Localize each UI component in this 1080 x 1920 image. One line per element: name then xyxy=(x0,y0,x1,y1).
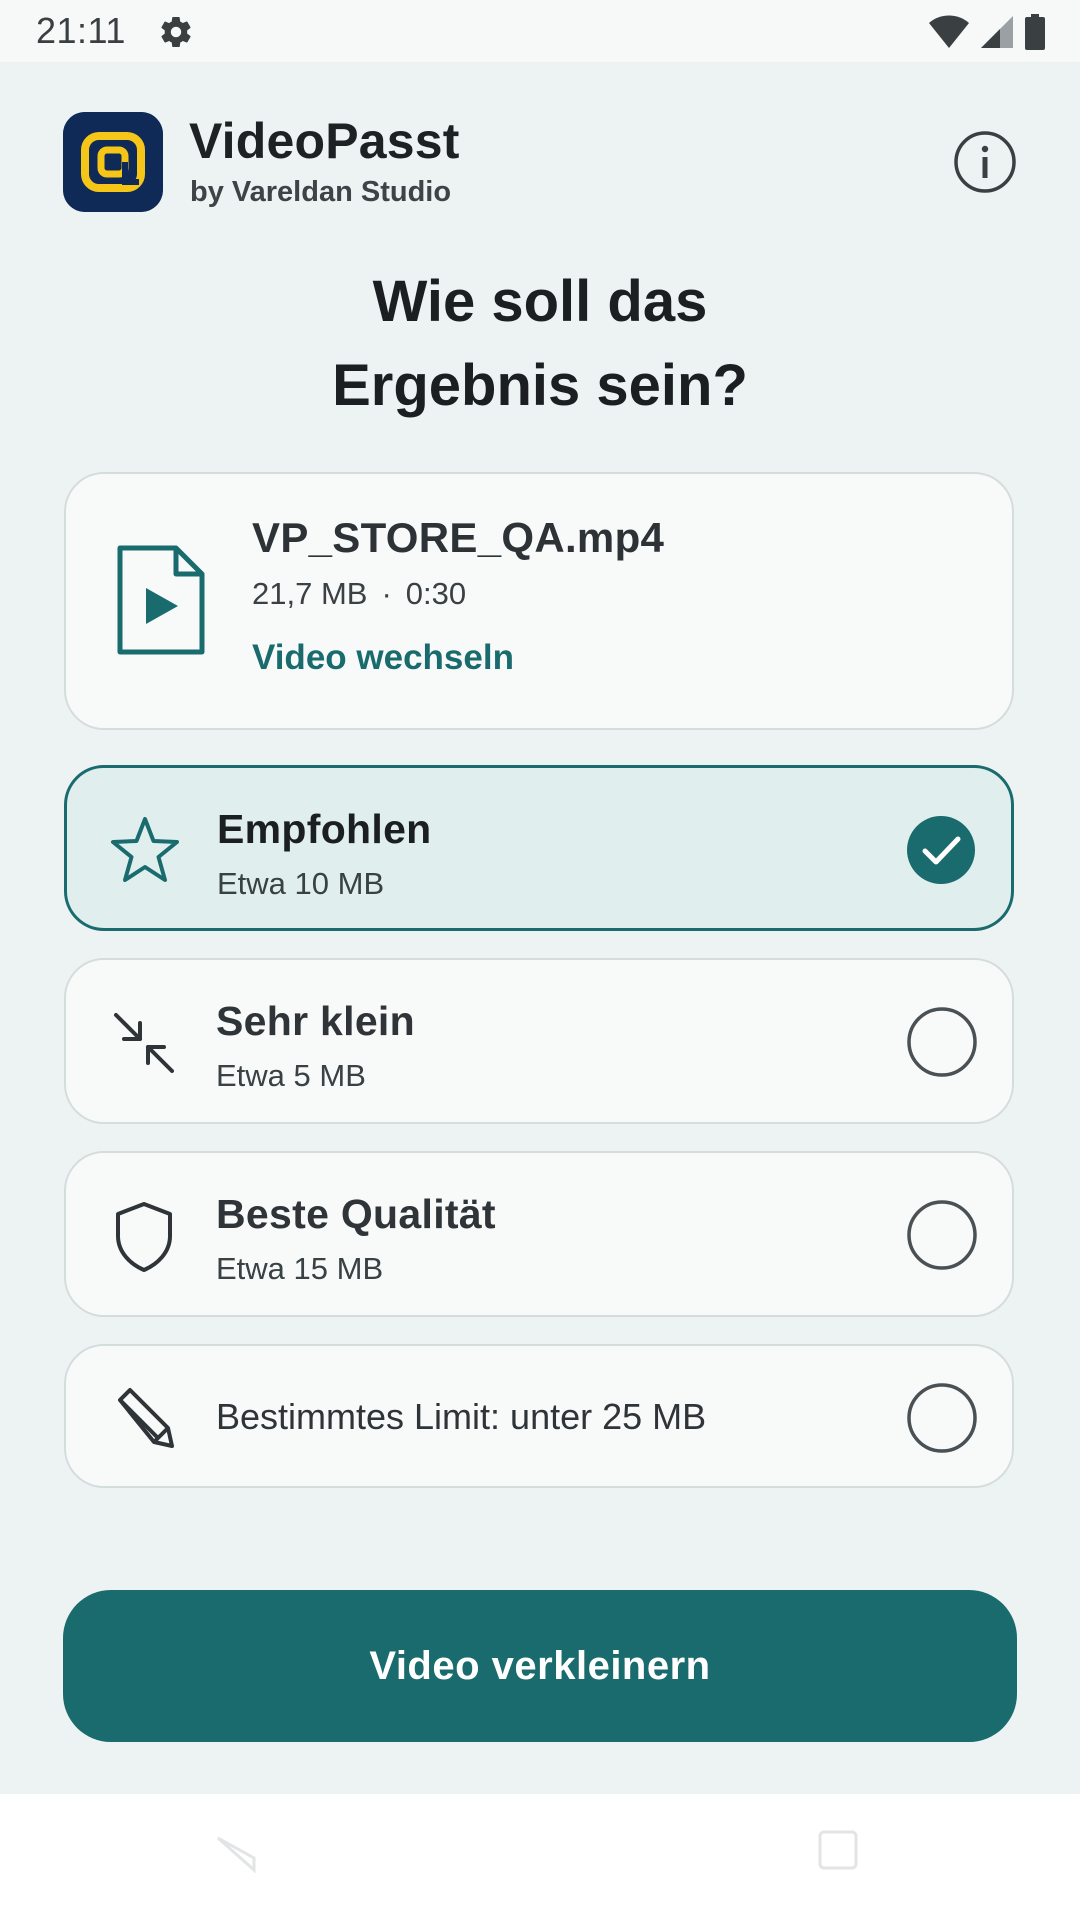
shrink-video-button[interactable]: Video verkleinern xyxy=(63,1590,1017,1742)
option-subtitle: Etwa 15 MB xyxy=(216,1251,384,1286)
app-name: VideoPasst xyxy=(189,113,460,169)
battery-icon xyxy=(1025,14,1045,50)
app-subtitle: by Vareldan Studio xyxy=(190,176,452,208)
option-title: Sehr klein xyxy=(216,998,415,1044)
file-card: VP_STORE_QA.mp4 21,7 MB · 0:30 Video wechs… xyxy=(64,472,1014,730)
limit-label: Bestimmtes Limit: unter 25 MB xyxy=(216,1396,707,1437)
compress-arrows-icon xyxy=(114,1013,174,1073)
option-subtitle: Etwa 5 MB xyxy=(216,1058,366,1093)
status-time: 21:11 xyxy=(36,10,126,51)
navigation-bar xyxy=(0,1794,1080,1920)
star-icon xyxy=(111,817,179,882)
info-icon[interactable] xyxy=(953,130,1017,194)
page-title: Wie soll das Ergebnis sein? xyxy=(0,260,1080,428)
radio-unselected-icon[interactable] xyxy=(906,1199,978,1271)
file-size: 21,7 MB xyxy=(252,576,368,611)
recents-icon[interactable] xyxy=(818,1830,858,1870)
option-very-small[interactable]: Sehr klein Etwa 5 MB xyxy=(64,958,1014,1124)
app-logo-icon xyxy=(63,112,163,212)
option-subtitle: Etwa 10 MB xyxy=(217,866,385,901)
option-title: Beste Qualität xyxy=(216,1191,496,1237)
change-video-link[interactable]: Video wechseln xyxy=(252,638,514,678)
file-meta: 21,7 MB · 0:30 xyxy=(252,576,466,612)
file-name: VP_STORE_QA.mp4 xyxy=(252,514,665,561)
meta-separator: · xyxy=(381,576,392,611)
video-file-icon xyxy=(117,545,205,655)
app-header: VideoPasst by Vareldan Studio xyxy=(63,112,1017,214)
radio-unselected-icon[interactable] xyxy=(906,1006,978,1078)
main-screen: VideoPasst by Vareldan Studio Wie soll d… xyxy=(0,62,1080,1794)
gear-icon xyxy=(161,17,191,48)
shield-icon xyxy=(116,1202,172,1272)
wifi-icon xyxy=(929,15,969,48)
radio-unselected-icon[interactable] xyxy=(906,1382,978,1454)
option-title: Empfohlen xyxy=(217,806,432,852)
option-recommended[interactable]: Empfohlen Etwa 10 MB xyxy=(64,765,1014,931)
signal-icon xyxy=(981,16,1013,48)
check-circle-icon[interactable] xyxy=(905,814,977,886)
file-duration: 0:30 xyxy=(405,576,467,611)
back-icon[interactable] xyxy=(214,1830,260,1876)
pencil-icon xyxy=(118,1388,174,1448)
page-title-line-1: Wie soll das xyxy=(372,269,708,334)
option-best-quality[interactable]: Beste Qualität Etwa 15 MB xyxy=(64,1151,1014,1317)
page-title-line-2: Ergebnis sein? xyxy=(332,353,748,418)
option-custom-limit[interactable]: Bestimmtes Limit: unter 25 MB xyxy=(64,1344,1014,1488)
status-bar: 21:11 xyxy=(0,0,1080,62)
